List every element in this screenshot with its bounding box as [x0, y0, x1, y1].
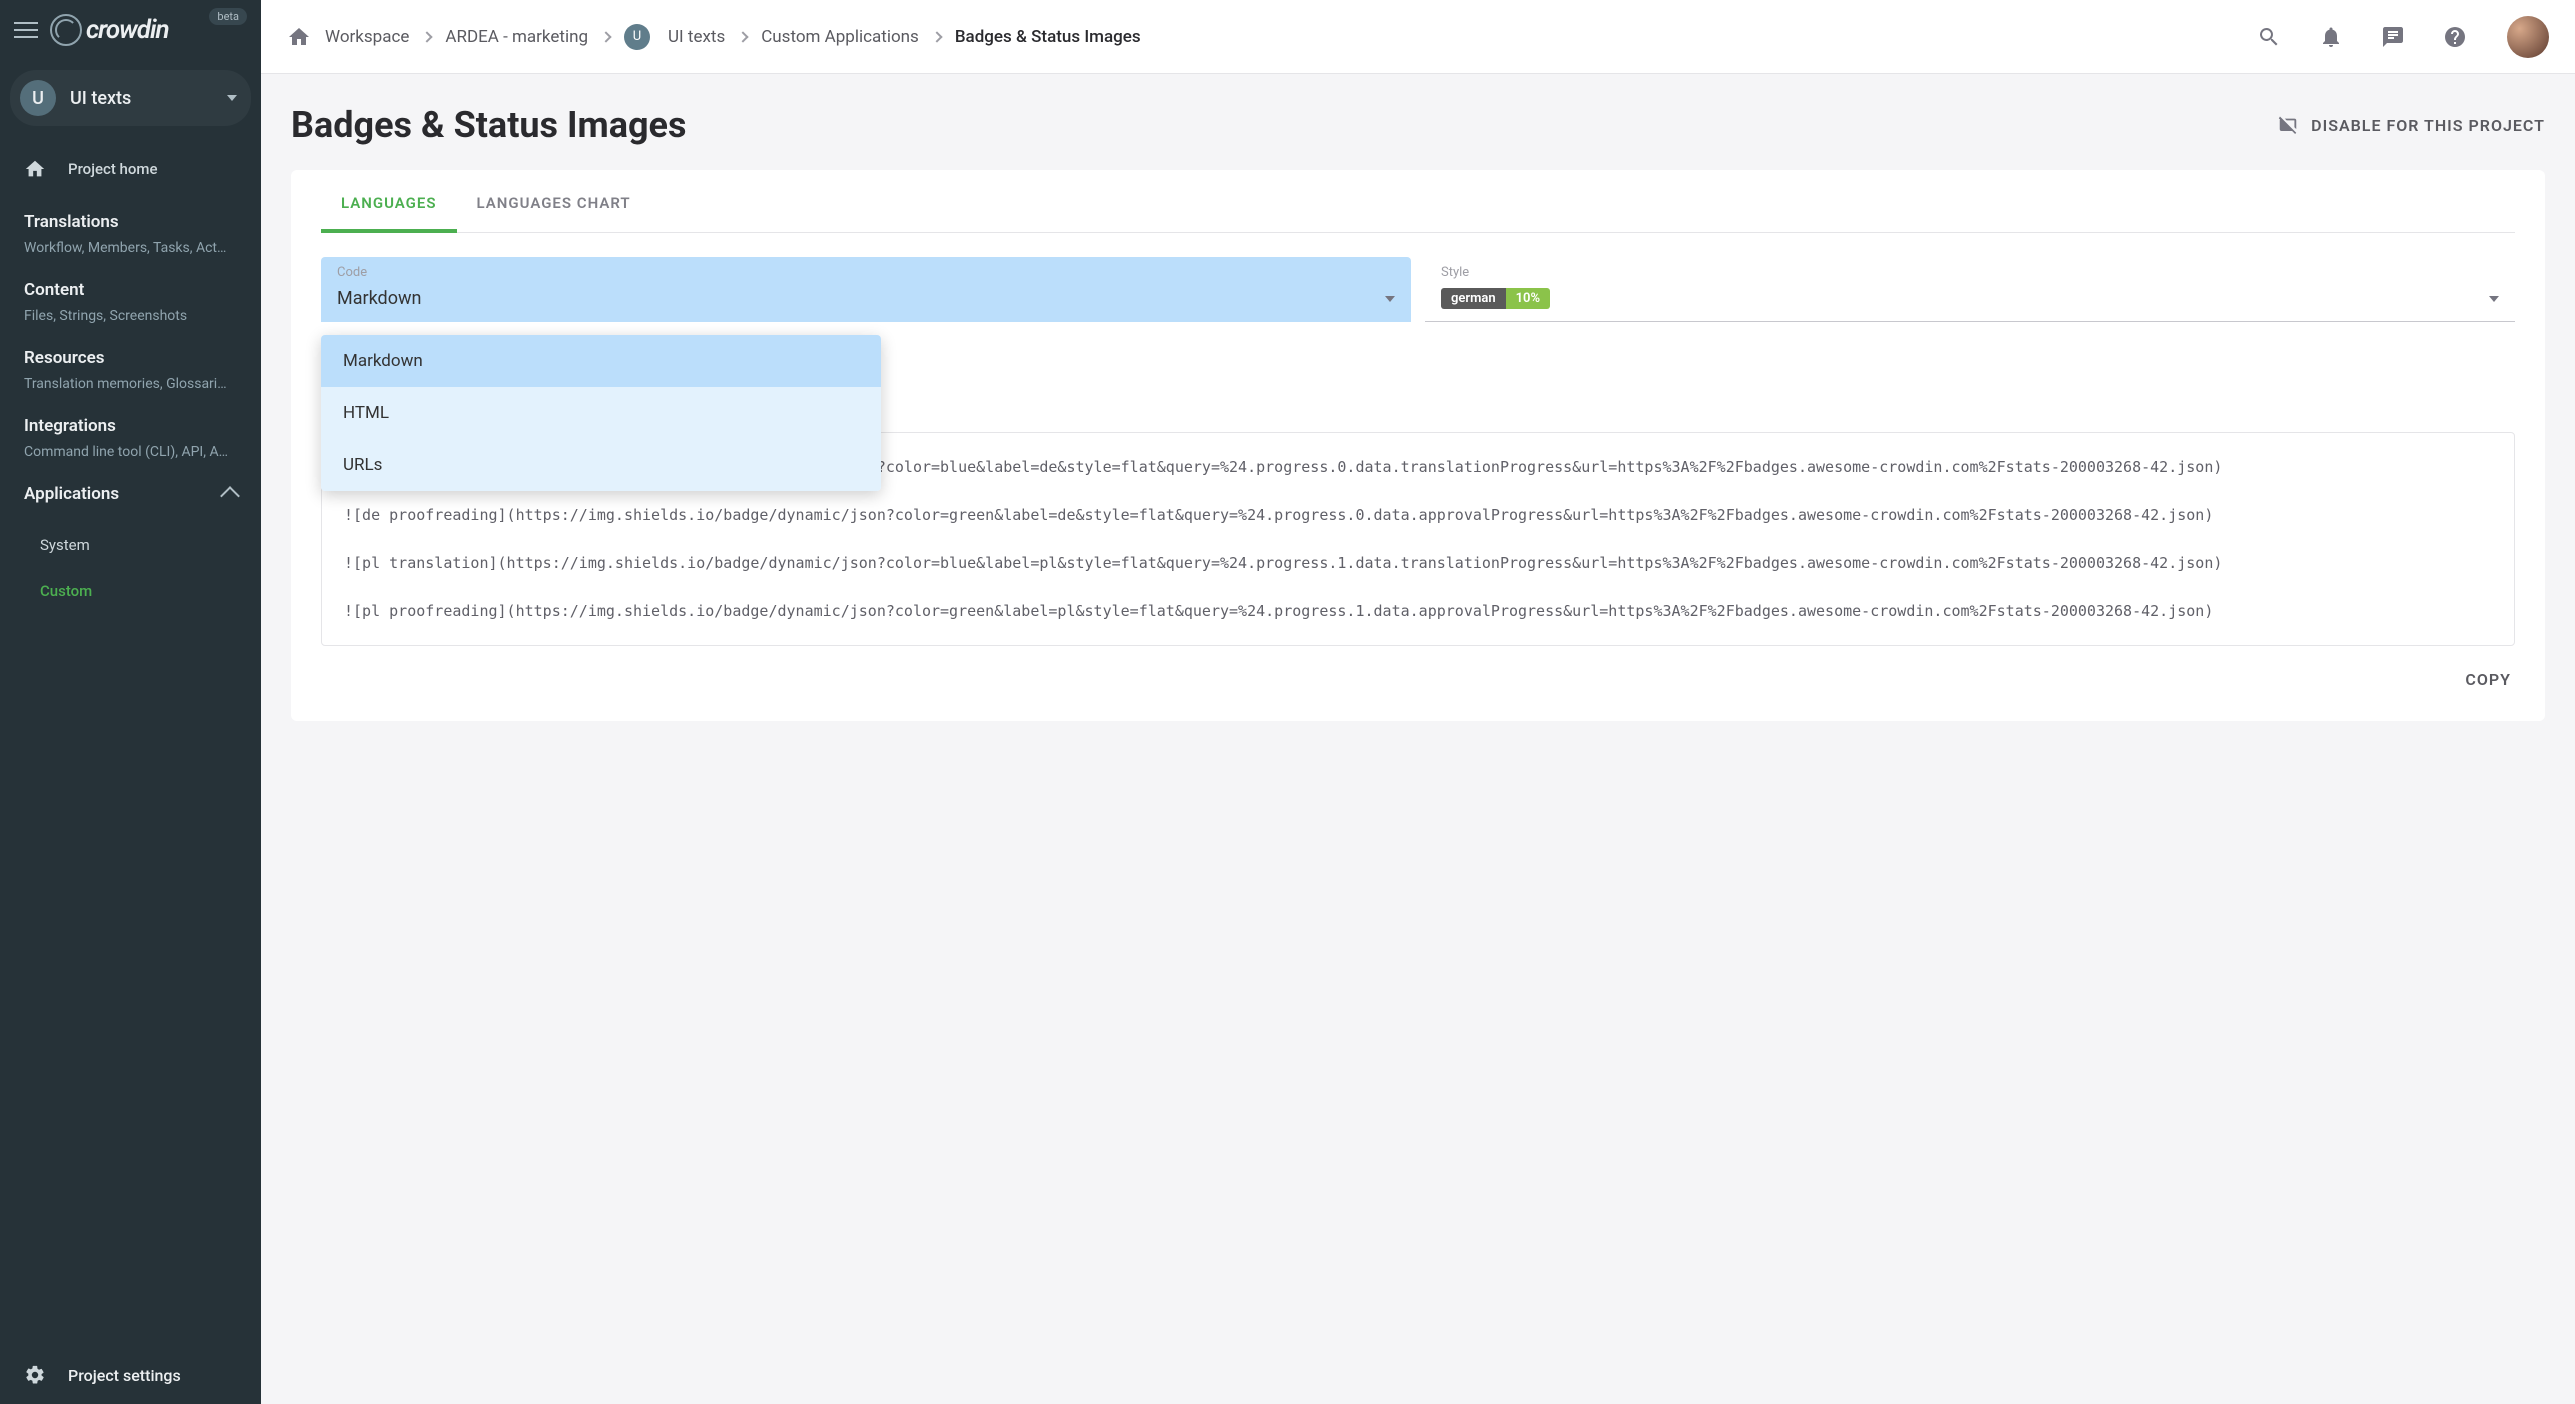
sidebar-item-label: Project home [68, 160, 158, 178]
badge-lang: german [1441, 288, 1506, 309]
breadcrumb: Workspace ARDEA - marketing U UI texts C… [325, 24, 1141, 50]
caret-down-icon [1385, 296, 1395, 302]
logo-text: crowdin [86, 15, 169, 45]
search-icon[interactable] [2257, 25, 2281, 49]
sidebar-item-settings[interactable]: Project settings [0, 1346, 261, 1404]
home-icon [24, 158, 46, 180]
sidebar-group-content[interactable]: Content Files, Strings, Screenshots [0, 262, 261, 330]
sidebar-item-system[interactable]: System [40, 522, 261, 568]
badge-pct: 10% [1506, 288, 1550, 309]
copy-button[interactable]: COPY [2461, 662, 2515, 697]
group-subtitle: Workflow, Members, Tasks, Act… [24, 240, 237, 256]
group-subtitle: Files, Strings, Screenshots [24, 308, 237, 324]
project-switch-label: UI texts [70, 88, 213, 109]
logo-mark-icon [50, 14, 82, 46]
sidebar-item-custom[interactable]: Custom [40, 568, 261, 614]
page-title: Badges & Status Images [291, 104, 686, 146]
crumb-ardea[interactable]: ARDEA - marketing [445, 27, 588, 47]
help-icon[interactable] [2443, 25, 2467, 49]
bell-icon[interactable] [2319, 25, 2343, 49]
sidebar-group-translations[interactable]: Translations Workflow, Members, Tasks, A… [0, 194, 261, 262]
disable-label: DISABLE FOR THIS PROJECT [2311, 116, 2545, 135]
tabs: LANGUAGES LANGUAGES CHART [321, 170, 2515, 233]
group-subtitle: Command line tool (CLI), API, A… [24, 444, 237, 460]
crumb-custom-apps[interactable]: Custom Applications [761, 27, 919, 47]
breadcrumb-home-icon[interactable] [287, 25, 311, 49]
chevron-right-icon [422, 31, 433, 42]
menu-icon[interactable] [12, 16, 40, 44]
badge-preview: german 10% [1441, 288, 1550, 309]
disable-project-button[interactable]: DISABLE FOR THIS PROJECT [2277, 114, 2545, 136]
dropdown-option-html[interactable]: HTML [321, 387, 881, 439]
sidebar-item-label: Project settings [68, 1366, 181, 1385]
sidebar-group-applications[interactable]: Applications [0, 466, 261, 522]
dropdown-option-urls[interactable]: URLs [321, 439, 881, 491]
select-value: Markdown [337, 288, 421, 309]
sidebar: crowdin beta U UI texts Project home Tra… [0, 0, 261, 1404]
topbar: Workspace ARDEA - marketing U UI texts C… [261, 0, 2575, 74]
select-label: Code [321, 257, 1411, 284]
content-card: LANGUAGES LANGUAGES CHART Code Markdown … [291, 170, 2545, 721]
gear-icon [24, 1364, 46, 1386]
code-select[interactable]: Code Markdown Markdown HTML URLs [321, 257, 1411, 322]
label-off-icon [2277, 114, 2299, 136]
crumb-project-avatar: U [624, 24, 650, 50]
group-title: Translations [24, 212, 237, 232]
group-subtitle: Translation memories, Glossari… [24, 376, 237, 392]
dropdown-option-markdown[interactable]: Markdown [321, 335, 881, 387]
user-avatar[interactable] [2507, 16, 2549, 58]
logo[interactable]: crowdin [50, 14, 169, 46]
group-title: Resources [24, 348, 237, 368]
group-title: Content [24, 280, 237, 300]
style-select[interactable]: Style german 10% [1425, 257, 2515, 322]
chat-icon[interactable] [2381, 25, 2405, 49]
crumb-current: Badges & Status Images [955, 27, 1141, 47]
caret-down-icon [2489, 296, 2499, 302]
chevron-right-icon [931, 31, 942, 42]
chevron-up-icon [220, 486, 240, 506]
crumb-uitexts[interactable]: UI texts [668, 27, 725, 47]
tab-languages[interactable]: LANGUAGES [321, 170, 457, 232]
project-switcher[interactable]: U UI texts [10, 70, 251, 126]
sidebar-group-integrations[interactable]: Integrations Command line tool (CLI), AP… [0, 398, 261, 466]
sidebar-item-home[interactable]: Project home [0, 144, 261, 194]
code-dropdown: Markdown HTML URLs [321, 335, 881, 491]
tab-languages-chart[interactable]: LANGUAGES CHART [457, 170, 651, 232]
sidebar-group-resources[interactable]: Resources Translation memories, Glossari… [0, 330, 261, 398]
group-title: Applications [24, 484, 119, 504]
caret-down-icon [227, 95, 237, 101]
chevron-right-icon [738, 31, 749, 42]
chevron-right-icon [600, 31, 611, 42]
group-title: Integrations [24, 416, 237, 436]
beta-badge: beta [209, 8, 247, 25]
crumb-workspace[interactable]: Workspace [325, 27, 409, 47]
project-avatar: U [20, 80, 56, 116]
select-label: Style [1425, 257, 2515, 284]
